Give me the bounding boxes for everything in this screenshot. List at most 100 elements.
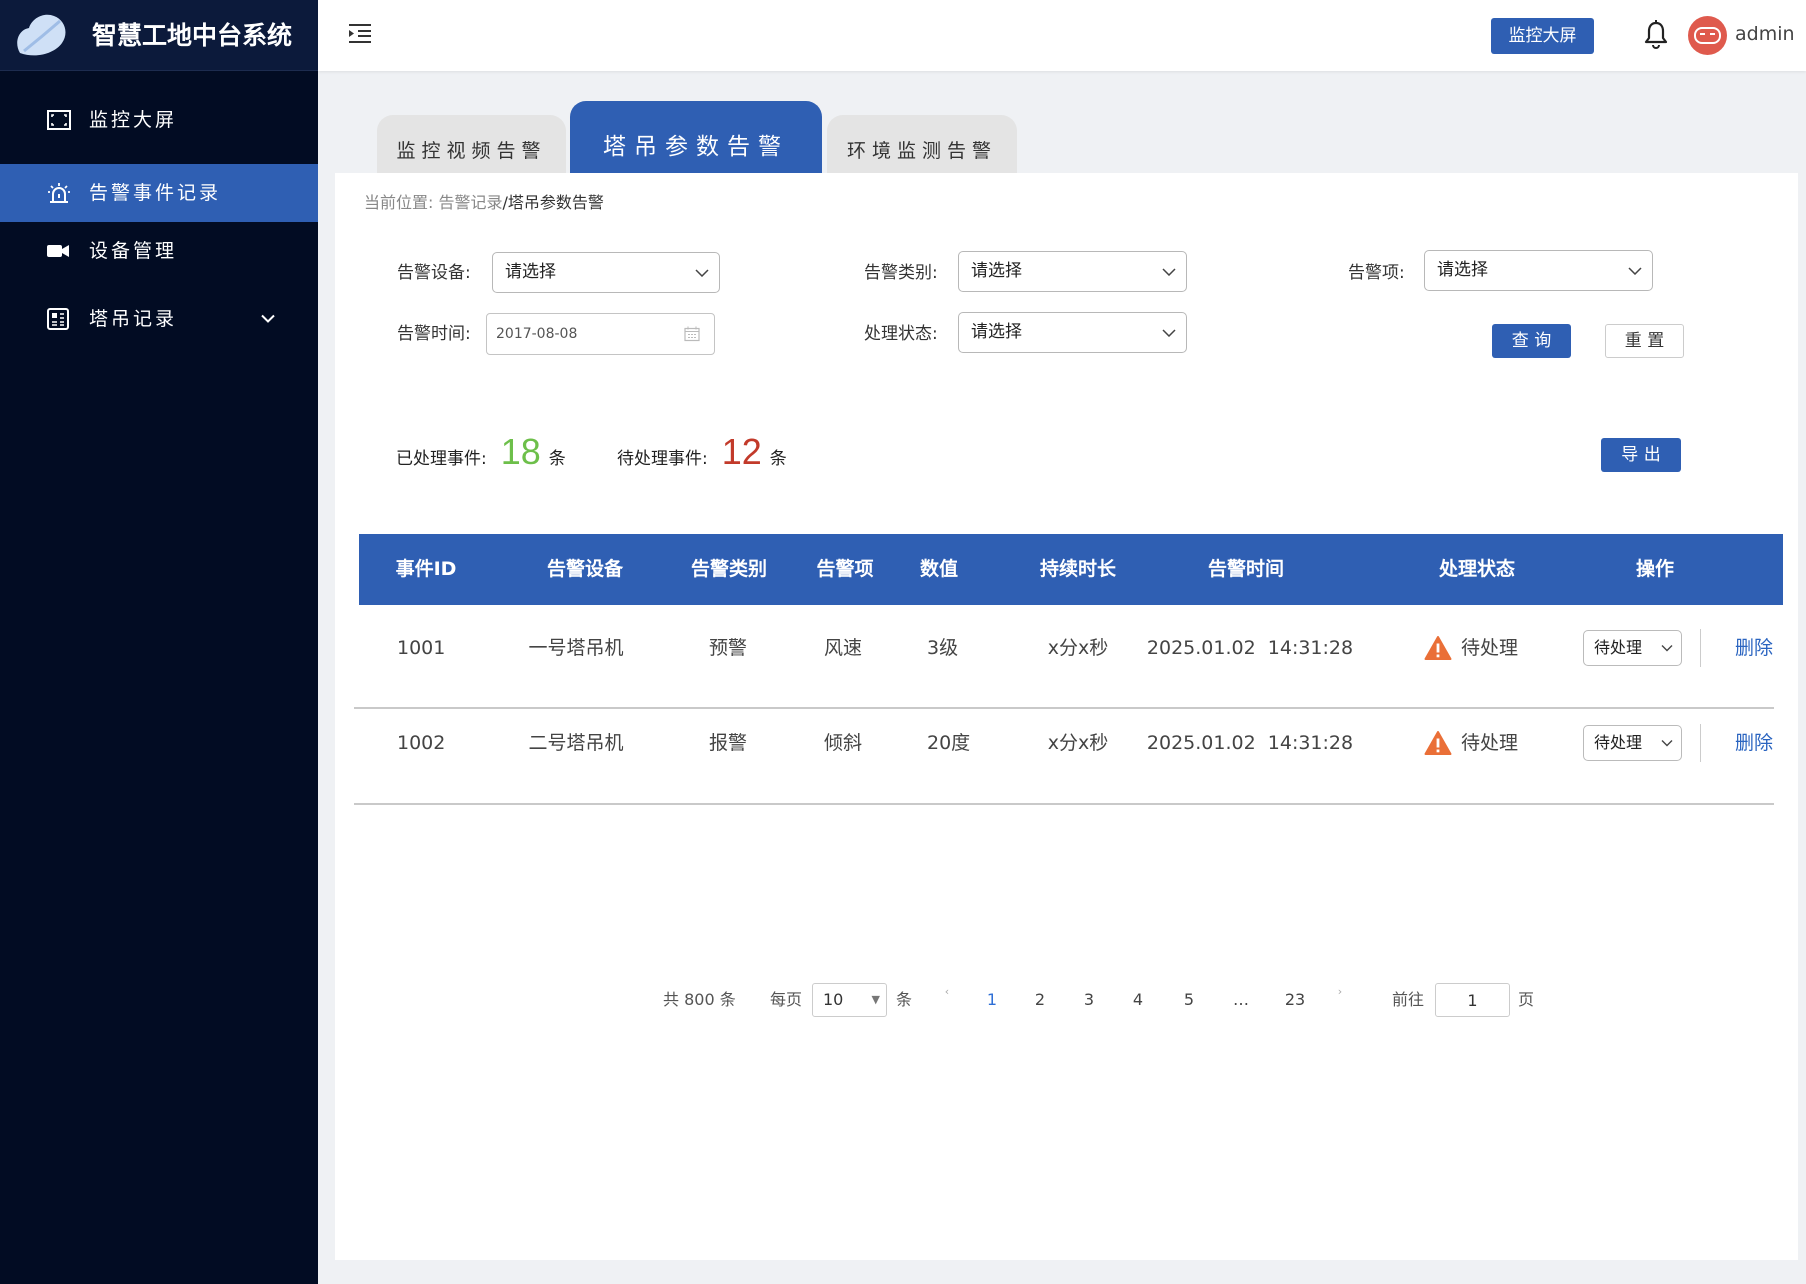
cell-item: 倾斜 xyxy=(823,732,863,754)
pagination: 共 800 条 每页 10 ▼ 条 ‹ 1 2 3 4 5 … 23 › 前往 … xyxy=(335,983,1798,1017)
chevron-down-icon xyxy=(1162,267,1176,276)
column-header-item: 告警项 xyxy=(816,558,874,580)
cell-status: 待处理 xyxy=(1461,637,1519,659)
row-divider xyxy=(354,803,1774,805)
column-header-action: 操作 xyxy=(1635,558,1675,580)
filter-item-label: 告警项: xyxy=(1348,263,1405,283)
cell-duration: x分x秒 xyxy=(1047,732,1109,754)
page-number[interactable]: 2 xyxy=(1035,983,1045,1017)
filter-category-label: 告警类别: xyxy=(864,263,938,283)
action-divider xyxy=(1700,629,1701,667)
page-ellipsis[interactable]: … xyxy=(1233,983,1249,1017)
filter-item-select[interactable]: 请选择 xyxy=(1424,250,1653,291)
table-body: 1001 一号塔吊机 预警 风速 3级 x分x秒 2025.01.02 14:3… xyxy=(354,606,1774,806)
avatar[interactable] xyxy=(1688,16,1727,55)
next-page-button[interactable]: › xyxy=(1338,975,1342,1009)
filter-status-select[interactable]: 请选择 xyxy=(958,312,1187,353)
pending-count: 12 xyxy=(721,431,762,472)
select-placeholder: 请选择 xyxy=(971,261,1022,281)
cell-item: 风速 xyxy=(823,637,863,659)
monitor-icon xyxy=(47,110,71,130)
cell-value: 20度 xyxy=(927,732,971,754)
cell-time: 2025.01.02 14:31:28 xyxy=(1146,732,1354,754)
sidebar-item-label: 设备管理 xyxy=(89,240,178,262)
status-select-value: 待处理 xyxy=(1594,638,1643,657)
video-camera-icon xyxy=(47,243,69,259)
column-header-status: 处理状态 xyxy=(1438,558,1516,580)
chevron-down-icon xyxy=(1661,645,1673,652)
processed-count: 18 xyxy=(500,431,541,472)
breadcrumb-parent[interactable]: 告警记录 xyxy=(439,193,503,212)
filter-device-select[interactable]: 请选择 xyxy=(492,252,720,293)
cell-duration: x分x秒 xyxy=(1047,637,1109,659)
filter-status-label: 处理状态: xyxy=(864,324,938,344)
cell-time: 2025.01.02 14:31:28 xyxy=(1146,637,1354,659)
status-select[interactable]: 待处理 xyxy=(1583,630,1682,666)
cell-category: 预警 xyxy=(708,637,748,659)
page-size-select[interactable]: 10 ▼ xyxy=(812,983,887,1017)
bell-icon[interactable] xyxy=(1644,19,1668,49)
reset-button[interactable]: 重 置 xyxy=(1605,324,1684,358)
page-number[interactable]: 1 xyxy=(987,983,997,1017)
column-header-device: 告警设备 xyxy=(546,558,624,580)
date-value: 2017-08-08 xyxy=(496,326,578,342)
page-number[interactable]: 23 xyxy=(1285,983,1305,1017)
breadcrumb-current: 塔吊参数告警 xyxy=(507,193,604,212)
column-header-category: 告警类别 xyxy=(690,558,768,580)
goto-label: 前往 xyxy=(1392,990,1425,1009)
caret-down-icon: ▼ xyxy=(871,993,880,1006)
table-row: 1002 二号塔吊机 报警 倾斜 20度 x分x秒 2025.01.02 14:… xyxy=(354,708,1774,778)
pagination-total: 共 800 条 xyxy=(663,990,736,1009)
export-button[interactable]: 导 出 xyxy=(1601,438,1681,472)
chevron-down-icon xyxy=(1628,266,1642,275)
menu-fold-icon[interactable] xyxy=(348,23,372,43)
pending-label: 待处理事件: xyxy=(617,449,708,469)
delete-link[interactable]: 删除 xyxy=(1735,634,1773,662)
top-header: 监控大屏 admin xyxy=(318,0,1806,71)
cell-event-id: 1001 xyxy=(397,637,446,659)
chevron-down-icon xyxy=(1661,740,1673,747)
goto-unit: 页 xyxy=(1518,990,1535,1009)
tab-environment-alarm[interactable]: 环境监测告警 xyxy=(827,115,1017,173)
tab-crane-param-alarm[interactable]: 塔吊参数告警 xyxy=(570,101,822,173)
breadcrumb-prefix: 当前位置: xyxy=(364,193,434,212)
column-header-value: 数值 xyxy=(919,558,959,580)
processed-unit: 条 xyxy=(548,449,566,469)
chevron-down-icon xyxy=(1162,328,1176,337)
sidebar-item-crane-records[interactable]: 塔吊记录 xyxy=(0,290,318,348)
processed-stat: 已处理事件: 18 条 xyxy=(396,431,566,473)
column-header-duration: 持续时长 xyxy=(1039,558,1117,580)
status-select-value: 待处理 xyxy=(1594,733,1643,752)
column-header-event-id: 事件ID xyxy=(395,558,457,580)
page-size-value: 10 xyxy=(823,990,844,1009)
page-number[interactable]: 4 xyxy=(1133,983,1143,1017)
cell-category: 报警 xyxy=(708,732,748,754)
table-row: 1001 一号塔吊机 预警 风速 3级 x分x秒 2025.01.02 14:3… xyxy=(354,606,1774,690)
monitor-screen-button[interactable]: 监控大屏 xyxy=(1491,18,1594,54)
chevron-down-icon xyxy=(695,268,709,277)
prev-page-button[interactable]: ‹ xyxy=(945,975,949,1009)
username[interactable]: admin xyxy=(1735,0,1795,68)
filter-category-select[interactable]: 请选择 xyxy=(958,251,1187,292)
chevron-down-icon[interactable] xyxy=(261,314,275,324)
sidebar-item-alarm-records[interactable]: 告警事件记录 xyxy=(0,164,318,222)
page-number[interactable]: 3 xyxy=(1084,983,1094,1017)
goto-page-input[interactable] xyxy=(1435,983,1510,1017)
query-button[interactable]: 查 询 xyxy=(1492,324,1571,358)
column-header-time: 告警时间 xyxy=(1207,558,1285,580)
select-placeholder: 请选择 xyxy=(1437,260,1488,280)
alarm-icon xyxy=(47,181,71,205)
pending-unit: 条 xyxy=(769,449,787,469)
warning-icon xyxy=(1424,731,1452,756)
tab-video-alarm[interactable]: 监控视频告警 xyxy=(377,115,566,173)
pending-stat: 待处理事件: 12 条 xyxy=(617,431,787,473)
delete-link[interactable]: 删除 xyxy=(1735,729,1773,757)
cell-device: 一号塔吊机 xyxy=(528,637,624,659)
sidebar-item-device-management[interactable]: 设备管理 xyxy=(0,222,318,280)
page-size-unit: 条 xyxy=(896,990,913,1009)
cell-value: 3级 xyxy=(927,637,959,659)
alarm-date-picker[interactable]: 2017-08-08 xyxy=(486,313,715,355)
page-number[interactable]: 5 xyxy=(1184,983,1194,1017)
status-select[interactable]: 待处理 xyxy=(1583,725,1682,761)
sidebar-item-monitor-screen[interactable]: 监控大屏 xyxy=(0,91,318,149)
